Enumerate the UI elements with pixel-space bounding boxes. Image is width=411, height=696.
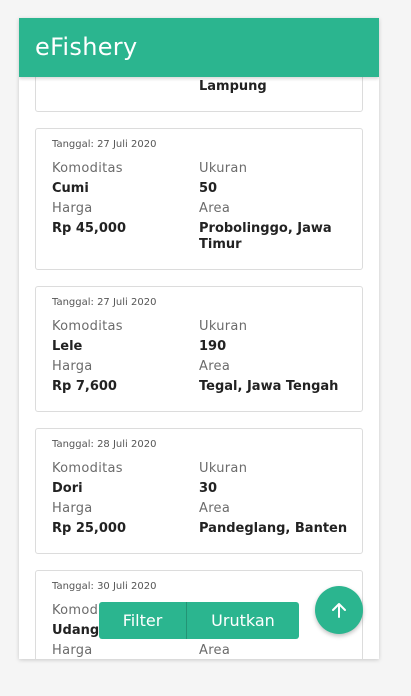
size-label: Ukuran bbox=[199, 461, 248, 476]
price-label: Harga bbox=[52, 643, 93, 658]
size-label: Ukuran bbox=[199, 319, 248, 334]
price-label: Harga bbox=[52, 359, 93, 374]
area-label: Area bbox=[199, 643, 231, 658]
price-label: Harga bbox=[52, 201, 93, 216]
card-date: Tanggal: 27 Juli 2020 bbox=[52, 139, 157, 150]
commodity-label: Komoditas bbox=[52, 319, 123, 334]
price-value: Rp 25,000 bbox=[52, 521, 127, 536]
price-value: Rp 45,000 bbox=[52, 221, 127, 236]
commodity-value: Cumi bbox=[52, 181, 89, 196]
price-value: Rp 7,600 bbox=[52, 379, 117, 394]
filter-sort-bar: Filter Urutkan bbox=[99, 602, 299, 639]
arrow-up-icon bbox=[332, 603, 346, 618]
area-label: Area bbox=[199, 201, 231, 216]
size-value: 50 bbox=[199, 181, 218, 196]
commodity-label: Komoditas bbox=[52, 461, 123, 476]
area-label: Area bbox=[199, 359, 231, 374]
commodity-value: Lele bbox=[52, 339, 83, 354]
price-label: Harga bbox=[52, 501, 93, 516]
card-date: Tanggal: 27 Juli 2020 bbox=[52, 297, 157, 308]
area-value: Tegal, Jawa Tengah bbox=[199, 379, 339, 394]
area-value: Probolinggo, Jawa Timur bbox=[199, 221, 332, 252]
commodity-value: Dori bbox=[52, 481, 83, 496]
filter-button[interactable]: Filter bbox=[99, 602, 187, 639]
commodity-label: Komoditas bbox=[52, 161, 123, 176]
card-date: Tanggal: 28 Juli 2020 bbox=[52, 439, 157, 450]
area-value: Lampung bbox=[199, 79, 267, 94]
card-date: Tanggal: 30 Juli 2020 bbox=[52, 581, 157, 592]
app-title: eFishery bbox=[35, 33, 138, 61]
scroll-top-button[interactable] bbox=[315, 586, 363, 634]
list-item[interactable]: Tanggal: 27 Juli 2020 Komoditas Ukuran L… bbox=[35, 286, 363, 412]
app-window: Lampung Tanggal: 27 Juli 2020 Komoditas … bbox=[19, 18, 379, 659]
size-label: Ukuran bbox=[199, 161, 248, 176]
app-header: eFishery bbox=[19, 18, 379, 77]
area-value: Pandeglang, Banten bbox=[199, 521, 348, 536]
list-item[interactable]: Tanggal: 28 Juli 2020 Komoditas Ukuran D… bbox=[35, 428, 363, 554]
commodity-value: Udang bbox=[52, 623, 100, 638]
size-value: 190 bbox=[199, 339, 227, 354]
sort-button[interactable]: Urutkan bbox=[187, 602, 299, 639]
size-value: 30 bbox=[199, 481, 218, 496]
area-label: Area bbox=[199, 501, 231, 516]
list-item[interactable]: Tanggal: 27 Juli 2020 Komoditas Ukuran C… bbox=[35, 128, 363, 270]
